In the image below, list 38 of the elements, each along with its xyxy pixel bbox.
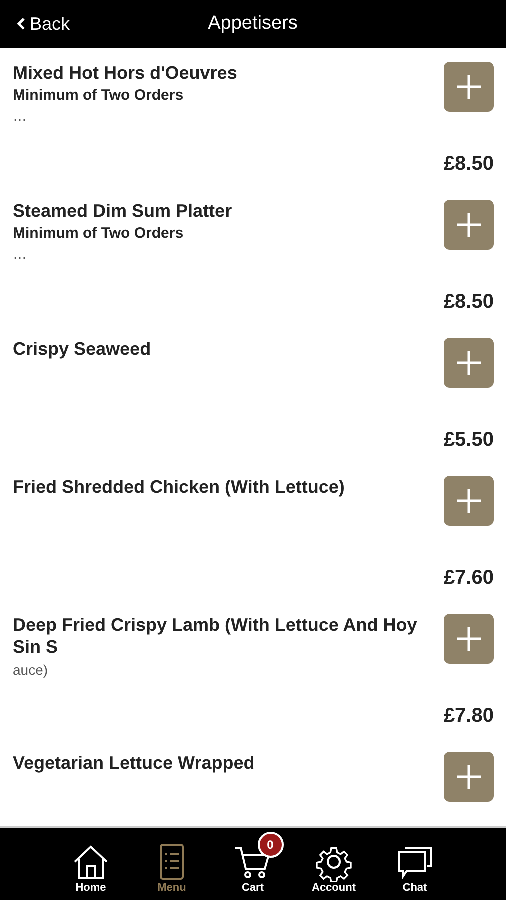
dish-note: auce) [13,662,50,678]
dish-note: … [13,108,28,124]
dish-price: £8.50 [444,153,494,176]
plus-icon [455,625,483,653]
dish-name: Crispy Seaweed [13,338,152,360]
tab-bar-item[interactable]: Chat [374,828,456,900]
add-button[interactable] [444,614,494,664]
dish-subtitle: Minimum of Two Orders [13,225,185,242]
plus-icon [455,73,483,101]
add-button[interactable] [444,62,494,112]
tab-bar-item[interactable]: Account [294,828,374,900]
add-button[interactable] [444,200,494,250]
plus-icon [455,763,483,791]
chevron-left-icon [16,17,26,31]
dish-subtitle: Minimum of Two Orders [13,87,185,104]
page-title: Appetisers [208,13,298,35]
add-button[interactable] [444,476,494,526]
add-button[interactable] [444,338,494,388]
cart-count-badge: 0 [258,832,284,858]
dish-note: … [13,246,28,262]
back-button[interactable]: Back [0,14,70,34]
tab-bar-item[interactable]: Menu [132,828,212,900]
plus-icon [455,211,483,239]
add-button[interactable] [444,752,494,802]
dish-name: Vegetarian Lettuce Wrapped [13,752,255,774]
tab-bar-item[interactable]: 0 Cart [212,828,294,900]
dish-price: £7.80 [444,705,494,728]
dish-price: £8.50 [444,291,494,314]
dish-name: Mixed Hot Hors d'Oeuvres [13,62,238,84]
back-label[interactable]: Back [30,14,70,34]
plus-icon [455,487,483,515]
dish-price: £7.60 [444,567,494,590]
dish-name: Steamed Dim Sum Platter [13,200,232,222]
tab-bar-item[interactable]: Home [50,828,132,900]
plus-icon [455,349,483,377]
dish-name: Deep Fried Crispy Lamb (With Lettuce And Hoy Sin S [13,614,418,658]
dish-name: Fried Shredded Chicken (With Lettuce) [13,476,345,498]
dish-price: £5.50 [444,429,494,452]
